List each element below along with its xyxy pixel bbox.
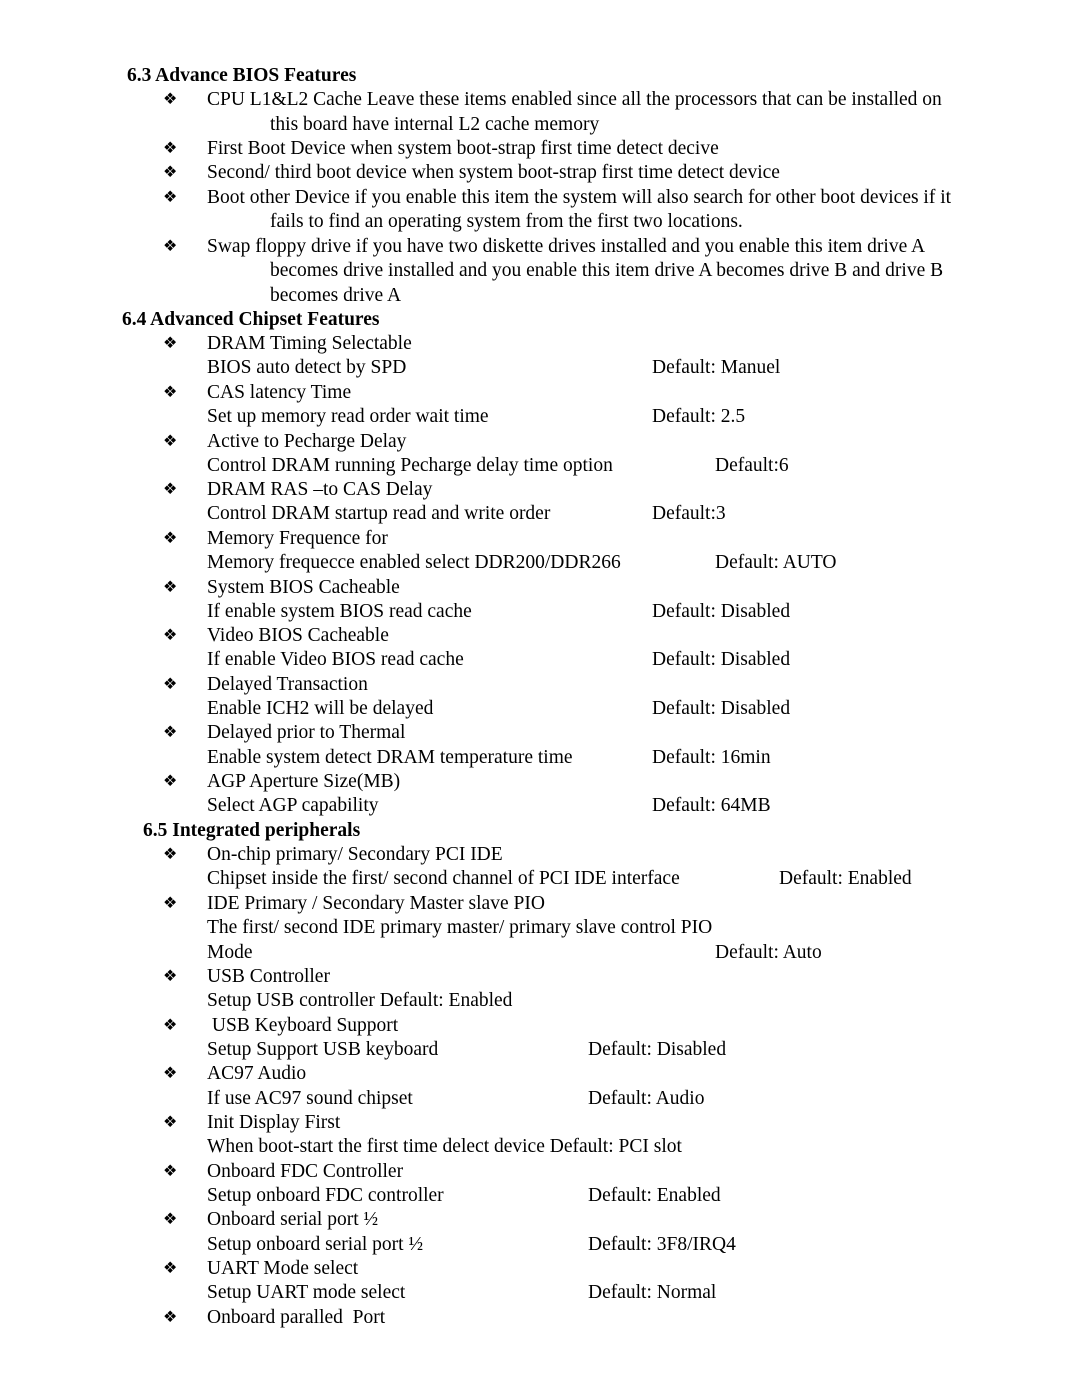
bullet-icon: ❖: [163, 579, 178, 596]
bullet-icon: ❖: [163, 846, 178, 863]
bullet-icon: ❖: [163, 164, 178, 181]
setting-default: Default:3: [652, 503, 726, 524]
setting-default: Default: Normal: [588, 1282, 717, 1303]
bullet-icon: ❖: [163, 91, 178, 108]
bullet-icon: ❖: [163, 676, 178, 693]
setting-title: Onboard paralled Port: [207, 1307, 386, 1328]
setting-desc: If use AC97 sound chipset: [207, 1088, 413, 1109]
bullet-icon: ❖: [163, 1260, 178, 1277]
setting-desc: Chipset inside the first/ second channel…: [207, 868, 680, 889]
setting-default: Default: 3F8/IRQ4: [588, 1234, 736, 1255]
setting-default: Default: Audio: [588, 1088, 705, 1109]
bullet-icon: ❖: [163, 773, 178, 790]
setting-desc-cont: Mode: [207, 942, 253, 963]
item-text: becomes drive installed and you enable t…: [270, 260, 944, 281]
setting-desc: Enable system detect DRAM temperature ti…: [207, 747, 573, 768]
bullet-icon: ❖: [163, 433, 178, 450]
setting-desc: Select AGP capability: [207, 795, 379, 816]
setting-default: Default: 64MB: [652, 795, 771, 816]
setting-title: AC97 Audio: [207, 1063, 307, 1084]
item-text: First Boot Device when system boot-strap…: [207, 138, 719, 159]
bullet-icon: ❖: [163, 1065, 178, 1082]
bullet-icon: ❖: [163, 895, 178, 912]
setting-default: Default: 16min: [652, 747, 771, 768]
setting-title: Delayed Transaction: [207, 674, 368, 695]
setting-title: DRAM Timing Selectable: [207, 333, 412, 354]
bullet-icon: ❖: [163, 724, 178, 741]
setting-desc: Memory frequecce enabled select DDR200/D…: [207, 552, 621, 573]
bullet-icon: ❖: [163, 189, 178, 206]
setting-title: USB Controller: [207, 966, 330, 987]
setting-desc: BIOS auto detect by SPD: [207, 357, 407, 378]
setting-title: CAS latency Time: [207, 382, 352, 403]
setting-title: Onboard FDC Controller: [207, 1161, 404, 1182]
item-text: Boot other Device if you enable this ite…: [207, 187, 952, 208]
bullet-icon: ❖: [163, 384, 178, 401]
setting-title: UART Mode select: [207, 1258, 359, 1279]
bullet-icon: ❖: [163, 1309, 178, 1326]
setting-title: On-chip primary/ Secondary PCI IDE: [207, 844, 503, 865]
item-text: this board have internal L2 cache memory: [270, 114, 600, 135]
setting-title: Active to Pecharge Delay: [207, 431, 407, 452]
item-text: Swap floppy drive if you have two disket…: [207, 236, 926, 257]
setting-desc: If enable system BIOS read cache: [207, 601, 472, 622]
item-text: becomes drive A: [270, 285, 402, 306]
bullet-icon: ❖: [163, 1114, 178, 1131]
setting-title: IDE Primary / Secondary Master slave PIO: [207, 893, 545, 914]
section-heading-6-3: 6.3 Advance BIOS Features: [127, 65, 357, 86]
bullet-icon: ❖: [163, 481, 178, 498]
section-heading-6-5: 6.5 Integrated peripherals: [143, 820, 361, 841]
setting-desc: Setup UART mode select: [207, 1282, 406, 1303]
setting-default: Default: 2.5: [652, 406, 746, 427]
setting-title: Init Display First: [207, 1112, 341, 1133]
setting-desc: Enable ICH2 will be delayed: [207, 698, 434, 719]
setting-default: Default: Disabled: [652, 601, 791, 622]
setting-title: DRAM RAS –to CAS Delay: [207, 479, 433, 500]
setting-default: Default:6: [715, 455, 789, 476]
item-text: fails to find an operating system from t…: [270, 211, 743, 232]
bullet-icon: ❖: [163, 335, 178, 352]
setting-title: USB Keyboard Support: [207, 1015, 399, 1036]
setting-desc: Setup Support USB keyboard: [207, 1039, 439, 1060]
setting-desc: Setup onboard serial port ½: [207, 1234, 424, 1255]
setting-desc: The first/ second IDE primary master/ pr…: [207, 917, 713, 938]
setting-default: Default: Disabled: [652, 698, 791, 719]
setting-default: Default: Enabled: [588, 1185, 721, 1206]
item-text: CPU L1&L2 Cache Leave these items enable…: [207, 89, 942, 110]
bullet-icon: ❖: [163, 1211, 178, 1228]
bullet-icon: ❖: [163, 968, 178, 985]
setting-desc: Setup USB controller Default: Enabled: [207, 990, 513, 1011]
setting-title: Video BIOS Cacheable: [207, 625, 389, 646]
setting-default: Default: Disabled: [588, 1039, 727, 1060]
setting-default: Default: Auto: [715, 942, 822, 963]
section-heading-6-4: 6.4 Advanced Chipset Features: [122, 309, 380, 330]
setting-desc: Setup onboard FDC controller: [207, 1185, 444, 1206]
setting-desc: When boot-start the first time delect de…: [207, 1136, 682, 1157]
bullet-icon: ❖: [163, 627, 178, 644]
bullet-icon: ❖: [163, 1163, 178, 1180]
bullet-icon: ❖: [163, 238, 178, 255]
setting-default: Default: Manuel: [652, 357, 781, 378]
setting-desc: Control DRAM running Pecharge delay time…: [207, 455, 613, 476]
setting-title: Onboard serial port ½: [207, 1209, 379, 1230]
setting-desc: Set up memory read order wait time: [207, 406, 489, 427]
setting-default: Default: Enabled: [779, 868, 912, 889]
item-text: Second/ third boot device when system bo…: [207, 162, 780, 183]
setting-title: AGP Aperture Size(MB): [207, 771, 401, 792]
bullet-icon: ❖: [163, 530, 178, 547]
setting-default: Default: AUTO: [715, 552, 837, 573]
setting-title: Memory Frequence for: [207, 528, 388, 549]
bullet-icon: ❖: [163, 140, 178, 157]
setting-title: System BIOS Cacheable: [207, 577, 400, 598]
setting-desc: If enable Video BIOS read cache: [207, 649, 464, 670]
setting-desc: Control DRAM startup read and write orde…: [207, 503, 551, 524]
setting-default: Default: Disabled: [652, 649, 791, 670]
bullet-icon: ❖: [163, 1017, 178, 1034]
setting-title: Delayed prior to Thermal: [207, 722, 406, 743]
